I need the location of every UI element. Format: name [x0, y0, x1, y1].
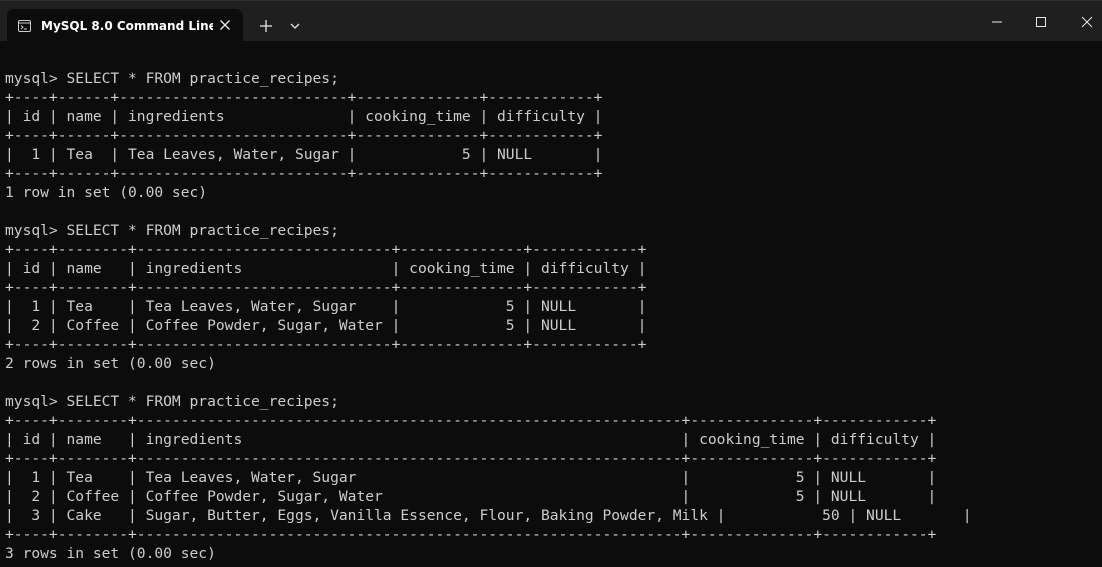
new-tab-plus-icon[interactable]: [257, 17, 275, 35]
terminal-line: +----+--------+-------------------------…: [5, 279, 647, 296]
terminal-line: | 2 | Coffee | Coffee Powder, Sugar, Wat…: [5, 488, 937, 505]
terminal-line: mysql> SELECT * FROM practice_recipes;: [5, 393, 339, 410]
tab-title: MySQL 8.0 Command Line Cli: [41, 19, 213, 33]
console-icon: [18, 20, 31, 32]
maximize-icon[interactable]: [1030, 11, 1052, 33]
terminal-line: +----+------+--------------------------+…: [5, 89, 603, 106]
terminal-line: | 2 | Coffee | Coffee Powder, Sugar, Wat…: [5, 317, 647, 334]
terminal-line: | id | name | ingredients | cooking_time…: [5, 260, 647, 277]
terminal-line: mysql> SELECT * FROM practice_recipes;: [5, 222, 339, 239]
terminal-line: | id | name | ingredients | cooking_time…: [5, 431, 937, 448]
title-bar: MySQL 8.0 Command Line Cli: [0, 0, 1102, 42]
terminal-line: +----+--------+-------------------------…: [5, 450, 937, 467]
terminal-line: | 1 | Tea | Tea Leaves, Water, Sugar | 5…: [5, 469, 937, 486]
terminal-line: +----+------+--------------------------+…: [5, 165, 603, 182]
terminal-line: 1 row in set (0.00 sec): [5, 184, 208, 201]
close-tab-icon[interactable]: [217, 17, 233, 33]
terminal-line: 2 rows in set (0.00 sec): [5, 355, 216, 372]
chevron-down-icon[interactable]: [287, 18, 303, 34]
close-window-icon[interactable]: [1076, 11, 1098, 33]
terminal-line: +----+--------+-------------------------…: [5, 526, 937, 543]
terminal-output[interactable]: mysql> SELECT * FROM practice_recipes; +…: [5, 69, 1095, 567]
minimize-icon[interactable]: [986, 11, 1008, 33]
terminal-line: | id | name | ingredients | cooking_time…: [5, 108, 603, 125]
terminal-line: +----+--------+-------------------------…: [5, 412, 937, 429]
terminal-line: | 3 | Cake | Sugar, Butter, Eggs, Vanill…: [5, 507, 972, 524]
terminal-line: | 1 | Tea | Tea Leaves, Water, Sugar | 5…: [5, 298, 647, 315]
terminal-line: | 1 | Tea | Tea Leaves, Water, Sugar | 5…: [5, 146, 603, 163]
terminal-line: mysql> SELECT * FROM practice_recipes;: [5, 70, 339, 87]
terminal-tab[interactable]: MySQL 8.0 Command Line Cli: [7, 9, 243, 42]
terminal-line: +----+------+--------------------------+…: [5, 127, 603, 144]
terminal-line: 3 rows in set (0.00 sec): [5, 545, 216, 562]
terminal-line: +----+--------+-------------------------…: [5, 241, 647, 258]
terminal-line: +----+--------+-------------------------…: [5, 336, 647, 353]
